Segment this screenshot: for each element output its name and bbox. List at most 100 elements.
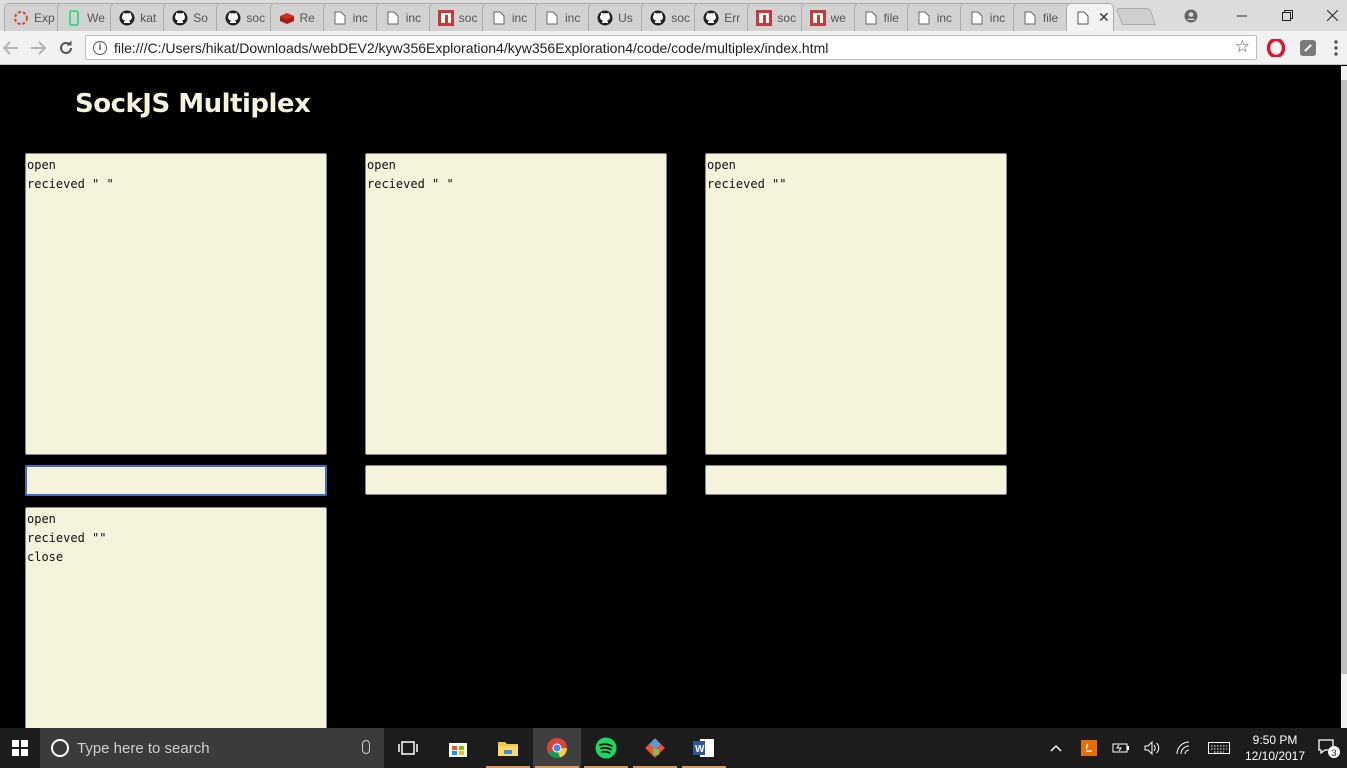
browser-tab[interactable]: soc [216,3,277,31]
forward-icon[interactable] [27,38,49,58]
log-line: recieved "" [27,531,107,545]
close-window-icon[interactable] [1309,0,1347,31]
new-tab-button[interactable] [1115,8,1157,25]
git-gui-icon[interactable] [631,728,679,768]
menu-icon[interactable] [1333,39,1347,57]
opera-extension-icon[interactable] [1266,37,1286,59]
log-line: recieved "" [707,177,787,191]
browser-tab[interactable]: soc [641,3,702,31]
page-icon [863,10,879,26]
task-view-icon[interactable] [384,728,432,768]
browser-tab[interactable]: Us [588,3,649,31]
page-icon [491,10,507,26]
tab-title: Us [618,10,633,25]
tab-title: soc [777,10,797,25]
search-placeholder: Type here to search [77,739,210,757]
windows-taskbar: Type here to search W 9:50 PM 12/10/2017… [0,728,1347,768]
browser-tab[interactable]: inc [906,3,967,31]
message-input-3[interactable] [705,465,1007,495]
address-bar[interactable]: i file:///C:/Users/hikat/Downloads/webDE… [85,35,1257,60]
browser-tab[interactable]: inc [535,3,595,31]
github-icon [225,10,241,26]
back-icon[interactable] [0,38,22,58]
log-line: recieved " " [27,177,114,191]
page-icon [544,10,560,26]
url-text: file:///C:/Users/hikat/Downloads/webDEV2… [114,39,829,56]
browser-tab[interactable]: Err [694,3,755,31]
tab-title: we [830,10,846,25]
store-icon[interactable] [434,728,482,768]
browser-tab[interactable]: Exp [4,3,64,31]
extension-icon[interactable] [1299,39,1317,57]
info-icon[interactable]: i [93,40,107,55]
browser-tab[interactable]: inc [375,3,436,31]
reload-icon[interactable] [55,38,77,58]
taskbar-search-box[interactable]: Type here to search [40,728,384,768]
tab-close-icon[interactable]: ✕ [1098,9,1110,26]
browser-tab[interactable]: We [57,3,118,31]
svg-text:W: W [695,744,705,755]
active-tab[interactable]: ✕ [1066,3,1114,31]
page-icon [332,10,348,26]
tab-title: So [193,10,208,25]
browser-tab[interactable]: kat [110,3,171,31]
spotify-icon[interactable] [582,728,630,768]
message-log-1[interactable]: open recieved " " [25,153,327,455]
log-line: open [27,158,56,172]
browser-tab[interactable]: Re [269,3,330,31]
page-content: SockJS Multiplex open recieved " " open … [0,66,1341,728]
chrome-icon[interactable] [533,728,581,768]
wifi-icon[interactable] [1174,728,1196,768]
scrollbar-thumb[interactable] [1341,80,1347,674]
message-input-1[interactable] [25,465,327,496]
browser-tab[interactable]: file [1012,3,1073,31]
message-input-2[interactable] [365,465,667,495]
browser-tab[interactable]: we [800,3,861,31]
page-icon [1022,10,1038,26]
tab-title: We [87,10,105,25]
tab-title: inc [936,10,953,25]
cortana-icon [51,739,69,757]
tab-title: file [1042,10,1059,25]
log-line: close [27,550,64,564]
message-log-4[interactable]: open recieved "" close [25,507,327,728]
file-explorer-icon[interactable] [484,728,532,768]
taskbar-clock[interactable]: 9:50 PM 12/10/2017 [1240,732,1310,764]
log-line: open [27,512,56,526]
tab-title: Exp [34,10,55,25]
notification-count: 3 [1332,748,1337,758]
browser-tab[interactable]: inc [481,3,542,31]
restore-icon[interactable] [1264,0,1310,31]
browser-tab[interactable]: inc [959,3,1020,31]
npm-icon [756,9,773,26]
clock-date: 12/10/2017 [1244,749,1306,763]
page-icon [916,10,932,26]
browser-tab[interactable]: So [163,3,224,31]
action-center-icon[interactable]: 3 [1314,728,1344,768]
keyboard-icon[interactable] [1206,728,1232,768]
message-log-3[interactable]: open recieved "" [705,153,1007,455]
browser-tab[interactable]: soc [428,3,489,31]
volume-icon[interactable] [1142,728,1164,768]
show-hidden-icons-icon[interactable] [1046,728,1066,768]
browser-tab[interactable]: inc [322,3,383,31]
bookmark-star-icon[interactable]: ☆ [1235,37,1250,57]
browser-tab[interactable]: soc [747,3,808,31]
battery-icon[interactable] [1110,728,1132,768]
tab-title: inc [405,10,422,25]
page-scrollbar[interactable] [1341,66,1347,728]
browser-tab[interactable]: file [853,3,914,31]
microphone-icon[interactable] [362,740,370,754]
tab-title: inc [565,10,581,25]
github-icon [119,10,135,26]
log-line: open [367,158,396,172]
java-update-icon[interactable] [1078,728,1100,768]
github-icon [597,10,613,26]
profile-icon[interactable] [1168,0,1214,31]
windows-start-icon[interactable] [0,728,40,768]
tab-title: inc [511,10,528,25]
message-log-2[interactable]: open recieved " " [365,153,667,455]
loading-icon [13,10,29,26]
minimize-icon[interactable] [1219,0,1265,31]
word-icon[interactable]: W [680,728,728,768]
